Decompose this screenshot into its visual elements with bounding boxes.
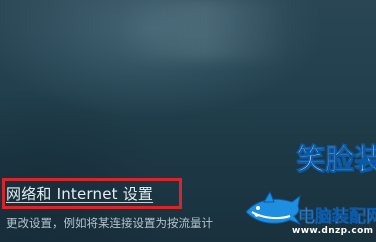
- watermark-small-text: 电脑装配网: [298, 207, 376, 228]
- watermark: 笑脸装配 电脑装配网 www.dnzp.com: [244, 136, 376, 242]
- network-internet-settings-link[interactable]: 网络和 Internet 设置: [6, 183, 153, 204]
- desktop-settings-panel: 网络和 Internet 设置 更改设置，例如将某连接设置为按流量计 笑脸装配 …: [0, 0, 376, 242]
- watermark-url: www.dnzp.com: [292, 226, 374, 236]
- network-settings-description: 更改设置，例如将某连接设置为按流量计: [6, 216, 213, 230]
- shark-fish-logo-icon: [245, 190, 302, 226]
- background-glow: [120, 0, 290, 60]
- watermark-text: 笑脸装配: [296, 142, 376, 177]
